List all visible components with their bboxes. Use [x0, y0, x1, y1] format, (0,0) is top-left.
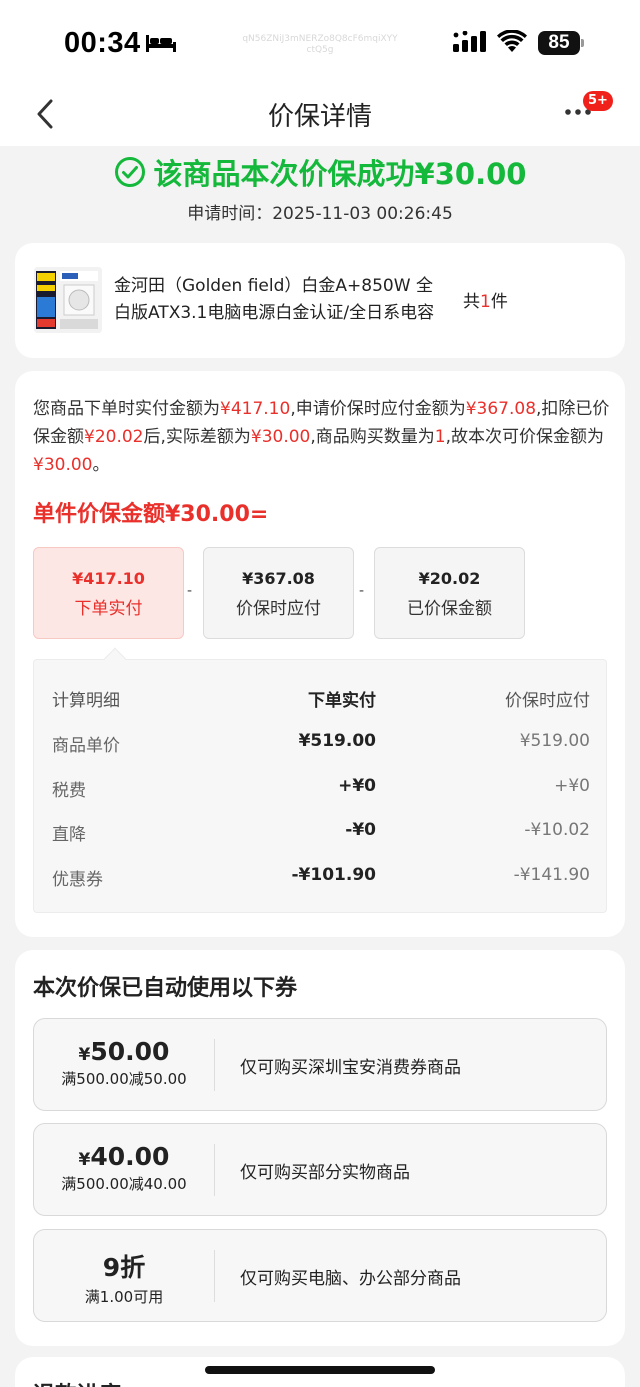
calc-row: 商品单价 ¥519.00 ¥519.00 — [52, 731, 590, 756]
coupon-value-block: ¥40.00 满500.00减40.00 — [61, 1142, 187, 1193]
product-title[interactable]: 金河田（Golden field）白金A+850W 全白版ATX3.1电脑电源白… — [114, 273, 444, 327]
calc-detail-panel: 计算明细 下单实付 价保时应付 商品单价 ¥519.00 ¥519.00 税费 … — [33, 659, 607, 913]
wifi-icon — [497, 30, 527, 52]
success-text: 该商品本次价保成功¥30.00 — [153, 157, 527, 191]
product-image[interactable] — [34, 267, 102, 333]
coupons-card: 本次价保已自动使用以下券 ¥50.00 满500.00减50.00 仅可购买深圳… — [15, 950, 625, 1346]
formula-box-order-paid[interactable]: ¥417.10 下单实付 — [33, 547, 184, 639]
coupon-item[interactable]: 9折 满1.00可用 仅可购买电脑、办公部分商品 — [33, 1229, 607, 1322]
price-protect-detail-card: 您商品下单时实付金额为¥417.10,申请价保时应付金额为¥367.08,扣除已… — [15, 371, 625, 937]
coupon-description: 仅可购买电脑、办公部分商品 — [240, 1269, 461, 1289]
coupon-value-block: 9折 满1.00可用 — [84, 1253, 164, 1306]
refund-progress-title: 退款进度 — [33, 1377, 121, 1387]
calc-row: 直降 -¥0 -¥10.02 — [52, 820, 590, 845]
coupon-item[interactable]: ¥40.00 满500.00减40.00 仅可购买部分实物商品 — [33, 1123, 607, 1216]
coupon-description: 仅可购买深圳宝安消费券商品 — [240, 1058, 461, 1078]
product-card[interactable]: 金河田（Golden field）白金A+850W 全白版ATX3.1电脑电源白… — [15, 243, 625, 358]
watermark: qN56ZNiJ3mNERZo8Q8cF6mqiXYYctQ5g — [242, 34, 398, 55]
coupon-divider — [214, 1144, 215, 1196]
minus-sign: - — [359, 583, 365, 599]
notification-badge: 5+ — [583, 91, 613, 111]
product-count: 共1件 — [463, 292, 508, 312]
calc-row: 税费 +¥0 +¥0 — [52, 776, 590, 801]
coupon-value-block: ¥50.00 满500.00减50.00 — [61, 1037, 187, 1088]
calc-header-row: 计算明细 下单实付 价保时应付 — [52, 691, 590, 711]
page-title: 价保详情 — [267, 102, 372, 132]
coupon-description: 仅可购买部分实物商品 — [240, 1163, 410, 1183]
coupon-divider — [214, 1039, 215, 1091]
status-bar: 00:34 qN56ZNiJ3mNERZo8Q8cF6mqiXYYctQ5g 8… — [0, 0, 640, 84]
nav-bar: 价保详情 5+ — [0, 84, 640, 146]
bed-icon — [146, 35, 176, 52]
explanation-text: 您商品下单时实付金额为¥417.10,申请价保时应付金额为¥367.08,扣除已… — [33, 399, 610, 475]
coupon-divider — [214, 1250, 215, 1302]
success-banner: 该商品本次价保成功¥30.00 — [0, 150, 640, 194]
formula-box-protect-price[interactable]: ¥367.08 价保时应付 — [203, 547, 354, 639]
home-indicator[interactable] — [205, 1366, 435, 1374]
cellular-signal-icon — [453, 31, 486, 52]
formula-title: 单件价保金额¥30.00= — [33, 502, 269, 527]
coupon-item[interactable]: ¥50.00 满500.00减50.00 仅可购买深圳宝安消费券商品 — [33, 1018, 607, 1111]
formula-box-already-protected[interactable]: ¥20.02 已价保金额 — [374, 547, 525, 639]
battery-indicator: 85 — [538, 31, 580, 55]
battery-tip — [581, 39, 584, 47]
calc-row: 优惠券 -¥101.90 -¥141.90 — [52, 865, 590, 890]
minus-sign: - — [187, 583, 193, 599]
apply-time: 申请时间：2025-11-03 00:26:45 — [187, 204, 453, 224]
check-circle-icon — [114, 157, 145, 187]
status-time: 00:34 — [64, 27, 141, 59]
coupons-heading: 本次价保已自动使用以下券 — [33, 976, 298, 1001]
